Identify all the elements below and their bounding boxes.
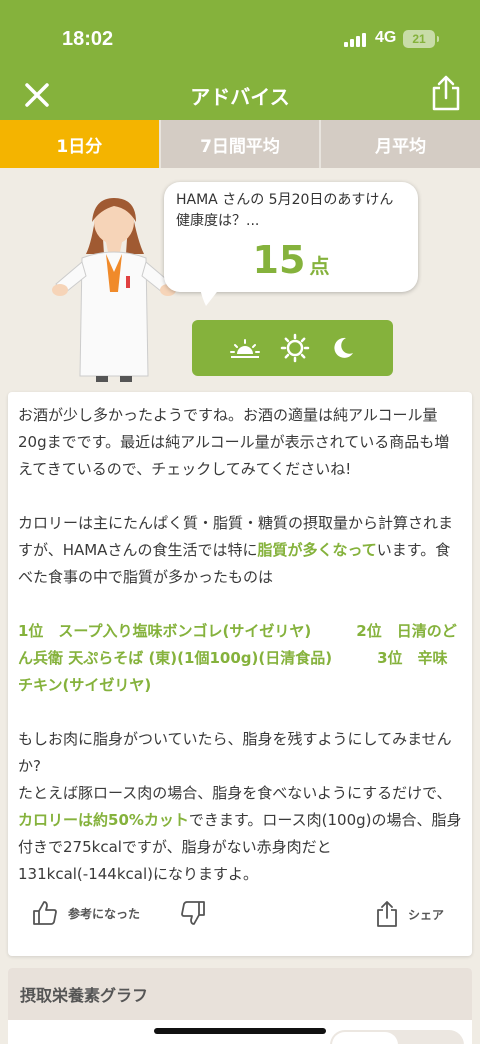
share-icon[interactable]: [430, 74, 462, 112]
advice-text: お酒が少し多かったようですね。お酒の適量は純アルコール量20gまでです。最近は純…: [8, 392, 472, 888]
tab-monthly-average[interactable]: 月平均: [321, 120, 480, 168]
fat-ranking: 1位 スープ入り塩味ボンゴレ(サイゼリヤ) 2位 日清のどん兵衛 天ぷらそば (…: [18, 618, 462, 699]
helpful-button[interactable]: 参考になった: [32, 900, 140, 926]
score-unit: 点: [309, 254, 330, 278]
home-indicator[interactable]: [154, 1028, 326, 1034]
thumbs-up-icon: [33, 901, 57, 925]
header: 18:02 4G 21 アドバイス: [0, 0, 480, 120]
advice-tips: もしお肉に脂身がついていたら、脂身を残すようにしてみませんか? たとえば豚ロース肉…: [18, 730, 462, 883]
helpful-label: 参考になった: [68, 906, 141, 921]
share-icon: [377, 901, 397, 927]
tab-7day-average[interactable]: 7日間平均: [161, 120, 322, 168]
score-display: 15 点: [176, 238, 406, 282]
rank-item: 1位 スープ入り塩味ボンゴレ(サイゼリヤ): [18, 622, 312, 640]
advice-card: お酒が少し多かったようですね。お酒の適量は純アルコール量20gまでです。最近は純…: [8, 392, 472, 956]
network-type: 4G: [375, 29, 397, 46]
not-helpful-button[interactable]: [180, 900, 206, 926]
highlight-calorie-cut: カロリーは約50%カット: [18, 811, 189, 829]
hero-section: HAMA さんの 5月20日のあすけん健康度は？... 15 点: [0, 168, 480, 390]
feedback-bar: 参考になった シェア: [8, 894, 472, 934]
advice-calorie: カロリーは主にたんぱく質・脂質・糖質の摂取量から計算されますが、HAMAさんの食…: [18, 514, 454, 586]
bubble-tail: [200, 288, 220, 306]
time-of-day-selector: [192, 320, 393, 376]
signal-icon: [344, 33, 368, 47]
score-value: 15: [252, 238, 306, 282]
sunrise-icon[interactable]: [229, 336, 260, 360]
nutrient-graph-title: 摂取栄養素グラフ: [8, 968, 472, 1020]
nav-bar: アドバイス: [0, 74, 480, 120]
score-bubble: HAMA さんの 5月20日のあすけん健康度は？... 15 点: [164, 182, 418, 292]
sun-icon[interactable]: [280, 333, 310, 363]
moon-icon[interactable]: [330, 335, 356, 361]
page-title: アドバイス: [190, 85, 290, 109]
highlight-fat: 脂質が多くなって: [257, 541, 377, 559]
status-bar: 18:02 4G 21: [0, 0, 480, 78]
period-tabs: 1日分 7日間平均 月平均: [0, 120, 480, 168]
doctor-illustration: [52, 198, 176, 382]
thumbs-down-icon: [181, 901, 205, 925]
share-label: シェア: [407, 907, 444, 922]
score-question: HAMA さんの 5月20日のあすけん健康度は？...: [176, 192, 394, 229]
graph-segment-control[interactable]: [330, 1030, 464, 1044]
status-time: 18:02: [62, 28, 114, 50]
tab-1day[interactable]: 1日分: [0, 120, 161, 168]
advice-alcohol: お酒が少し多かったようですね。お酒の適量は純アルコール量20gまでです。最近は純…: [18, 406, 450, 478]
battery-icon: 21: [403, 30, 439, 48]
share-button[interactable]: シェア: [376, 900, 444, 928]
